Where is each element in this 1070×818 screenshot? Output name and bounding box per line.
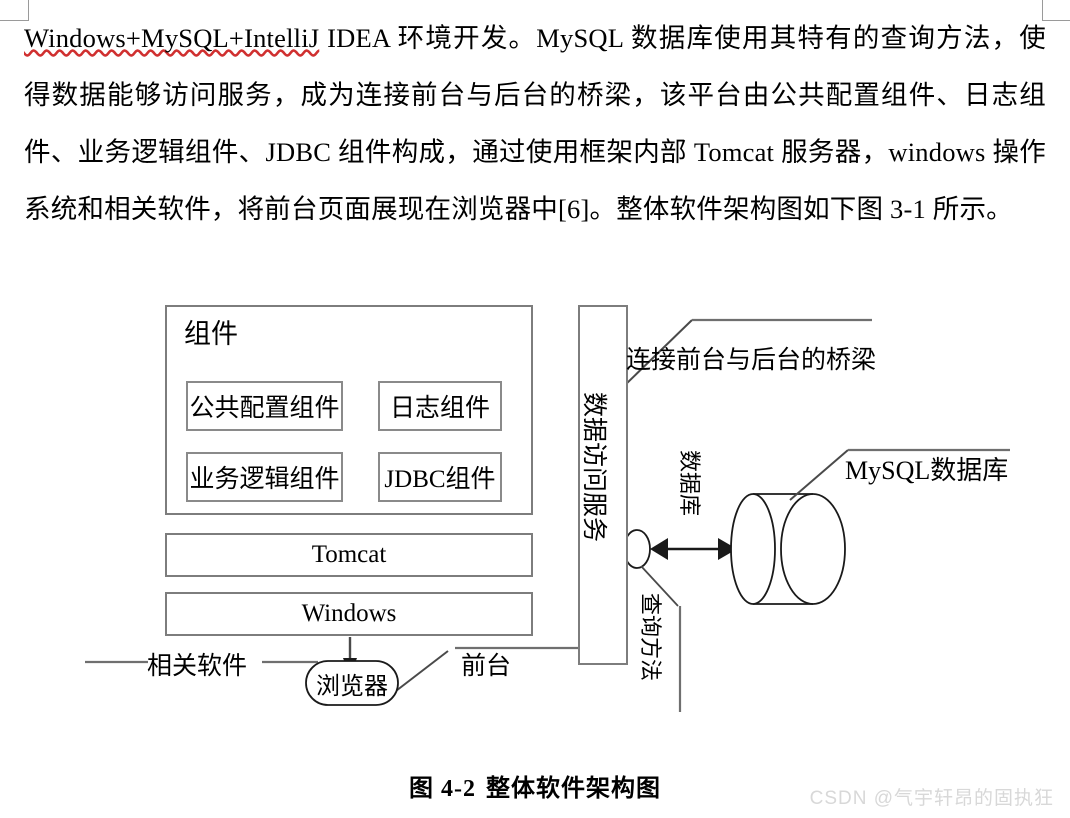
body-paragraph: Windows+MySQL+IntelliJ IDEA 环境开发。MySQL 数… [24, 10, 1046, 238]
bridge-callout-label: 连接前台与后台的桥梁 [626, 347, 877, 374]
service-database-arrow [650, 538, 737, 560]
paragraph-main-segment: IDEA 环境开发。MySQL 数据库使用其特有的查询方法，使得数据能够访问服务… [24, 23, 1046, 224]
paragraph-squiggle-segment: Windows+MySQL+IntelliJ [24, 23, 320, 53]
mysql-callout-leader [789, 448, 1010, 501]
figure-caption-title: 整体软件架构图 [486, 776, 661, 802]
query-method-leader [640, 565, 682, 712]
windows-to-browser-arrow [343, 637, 357, 676]
component-group-box [165, 305, 533, 515]
data-access-service-box [578, 305, 628, 665]
browser-label: 浏览器 [316, 673, 388, 700]
figure-caption-number: 图 4-2 [409, 776, 476, 802]
component-item-business-logic: 业务逻辑组件 [186, 452, 343, 502]
mysql-database-cylinder [730, 493, 846, 605]
component-item-logging: 日志组件 [378, 381, 502, 431]
data-access-service-label: 数据访问服务 [580, 392, 607, 543]
frontend-leader [391, 646, 578, 695]
related-software-label: 相关软件 [147, 653, 248, 680]
mysql-callout-label: MySQL数据库 [845, 456, 1009, 485]
query-method-label: 查询方法 [638, 593, 663, 682]
database-link-label: 数据库 [677, 450, 702, 517]
page-margin-mark-top-right [1042, 0, 1070, 21]
bridge-callout-leader [623, 318, 872, 387]
component-item-public-config: 公共配置组件 [186, 381, 343, 431]
layer-box-windows: Windows [165, 592, 533, 636]
csdn-watermark: CSDN @气宇轩昂的固执狂 [809, 788, 1054, 809]
frontend-label: 前台 [461, 653, 512, 680]
component-item-jdbc: JDBC组件 [378, 452, 502, 502]
service-connector-node [623, 529, 651, 569]
layer-box-tomcat: Tomcat [165, 533, 533, 577]
browser-shape [305, 660, 399, 706]
component-group-title: 组件 [184, 319, 238, 349]
